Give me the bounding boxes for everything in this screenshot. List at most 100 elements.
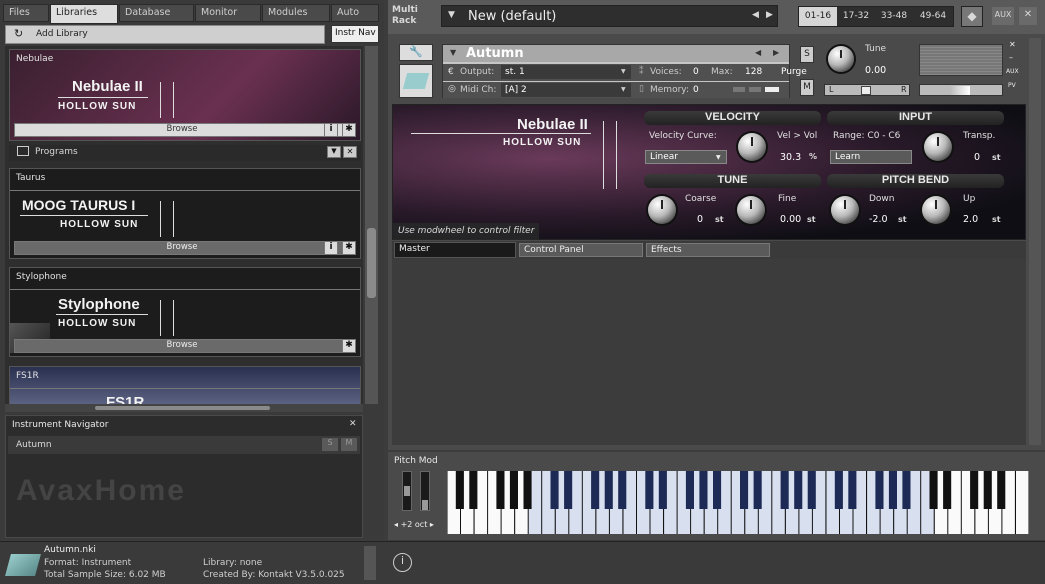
chevron-down-icon[interactable]: ▼ <box>448 10 455 20</box>
gear-icon[interactable]: ✱ <box>342 241 356 255</box>
close-icon[interactable]: ✕ <box>349 419 357 429</box>
tab-master[interactable]: Master <box>394 242 516 258</box>
black-key[interactable] <box>523 471 532 509</box>
add-library-button[interactable]: ↻ Add Library <box>5 25 325 44</box>
mute-button[interactable]: M <box>341 438 357 451</box>
page-tab[interactable]: 49-64 <box>913 7 953 26</box>
aux-button[interactable]: AUX <box>992 7 1014 25</box>
navigator-item[interactable]: Autumn S M <box>8 436 360 454</box>
fine-knob[interactable] <box>737 196 765 224</box>
aux-small-label[interactable]: AUX <box>1006 68 1019 75</box>
chevron-down-icon[interactable]: ▼ <box>327 146 341 158</box>
piano-keys[interactable] <box>447 471 1029 534</box>
close-icon[interactable]: ✕ <box>1019 7 1037 25</box>
instr-nav-button[interactable]: Instr Nav <box>331 25 379 43</box>
white-key[interactable] <box>1016 471 1029 534</box>
tab-auto[interactable]: Auto <box>331 4 379 22</box>
black-key[interactable] <box>780 471 789 509</box>
black-key[interactable] <box>888 471 897 509</box>
info-button[interactable]: i <box>324 123 338 137</box>
black-key[interactable] <box>550 471 559 509</box>
black-key[interactable] <box>807 471 816 509</box>
max-value[interactable]: 128 <box>745 67 762 77</box>
tab-control-panel[interactable]: Control Panel <box>519 243 643 257</box>
tune-knob[interactable] <box>828 46 854 72</box>
tab-effects[interactable]: Effects <box>646 243 770 257</box>
black-key[interactable] <box>970 471 979 509</box>
black-key[interactable] <box>509 471 518 509</box>
page-tab[interactable]: 01-16 <box>799 7 837 26</box>
multi-name-field[interactable]: ▼ New (default) ◀ ▶ <box>441 5 778 27</box>
library-hscroll-thumb[interactable] <box>95 406 270 410</box>
purge-label[interactable]: Purge <box>781 67 807 77</box>
instrument-icon[interactable] <box>399 64 433 98</box>
pv-small-label[interactable]: PV <box>1008 82 1016 89</box>
prev-arrow-icon[interactable]: ◀ <box>752 10 759 20</box>
midi-select[interactable]: [A] 2 ▼ <box>501 83 631 97</box>
page-tab[interactable]: 33-48 <box>875 7 913 26</box>
black-key[interactable] <box>645 471 654 509</box>
black-key[interactable] <box>753 471 762 509</box>
bend-down-knob[interactable] <box>831 196 859 224</box>
minimize-icon[interactable]: – <box>1009 53 1013 62</box>
black-key[interactable] <box>658 471 667 509</box>
pitch-wheel[interactable] <box>402 471 412 511</box>
black-key[interactable] <box>685 471 694 509</box>
black-key[interactable] <box>591 471 600 509</box>
info-button[interactable]: i <box>324 241 338 255</box>
solo-button[interactable]: S <box>322 438 338 451</box>
black-key[interactable] <box>943 471 952 509</box>
solo-button[interactable]: S <box>800 46 814 63</box>
black-key[interactable] <box>618 471 627 509</box>
gear-icon[interactable]: ✱ <box>342 339 356 353</box>
tab-monitor[interactable]: Monitor <box>195 4 261 22</box>
browse-button[interactable]: Browse <box>14 339 350 353</box>
black-key[interactable] <box>455 471 464 509</box>
tab-modules[interactable]: Modules <box>262 4 330 22</box>
pan-slider[interactable]: L R <box>824 84 910 96</box>
black-key[interactable] <box>983 471 992 509</box>
black-key[interactable] <box>469 471 478 509</box>
next-arrow-icon[interactable]: ▶ <box>773 48 779 57</box>
gear-icon[interactable]: ✱ <box>342 123 356 137</box>
black-key[interactable] <box>834 471 843 509</box>
mute-button[interactable]: M <box>800 79 814 96</box>
black-key[interactable] <box>929 471 938 509</box>
tab-files[interactable]: Files <box>3 4 49 22</box>
black-key[interactable] <box>713 471 722 509</box>
output-select[interactable]: st. 1 ▼ <box>501 65 631 79</box>
octave-up-icon[interactable]: ▸ <box>430 520 434 529</box>
velocity-curve-select[interactable]: Linear ▼ <box>645 150 727 164</box>
volume-slider[interactable] <box>919 84 1003 96</box>
black-key[interactable] <box>902 471 911 509</box>
black-key[interactable] <box>564 471 573 509</box>
next-arrow-icon[interactable]: ▶ <box>766 10 773 20</box>
chevron-down-icon[interactable]: ▼ <box>450 48 456 57</box>
black-key[interactable] <box>740 471 749 509</box>
prev-arrow-icon[interactable]: ◀ <box>755 48 761 57</box>
black-key[interactable] <box>997 471 1006 509</box>
tab-libraries[interactable]: Libraries <box>50 4 118 24</box>
coarse-knob[interactable] <box>648 196 676 224</box>
diamond-icon[interactable]: ◆ <box>961 6 983 27</box>
vel-vol-knob[interactable] <box>738 133 766 161</box>
library-list[interactable]: Nebulae Nebulae II HOLLOW SUN Browse i ✱… <box>5 46 363 404</box>
page-tab[interactable]: 17-32 <box>837 7 875 26</box>
rack-scrollbar[interactable] <box>1029 38 1041 445</box>
mod-wheel[interactable] <box>420 471 430 511</box>
status-scroll[interactable] <box>364 546 376 580</box>
octave-control[interactable]: ◂ +2 oct ▸ <box>394 520 434 529</box>
library-scrollbar[interactable] <box>365 46 378 404</box>
library-scroll-thumb[interactable] <box>367 228 376 298</box>
black-key[interactable] <box>794 471 803 509</box>
transp-knob[interactable] <box>924 133 952 161</box>
learn-button[interactable]: Learn <box>830 150 912 164</box>
browse-button[interactable]: Browse <box>14 241 350 255</box>
black-key[interactable] <box>848 471 857 509</box>
piano-keyboard[interactable] <box>447 471 1029 534</box>
programs-row[interactable]: Programs ▼ ✕ <box>9 145 361 161</box>
black-key[interactable] <box>604 471 613 509</box>
pan-handle[interactable] <box>861 86 871 95</box>
instrument-title-bar[interactable]: ▼ Autumn ◀ ▶ <box>443 45 789 62</box>
black-key[interactable] <box>496 471 505 509</box>
